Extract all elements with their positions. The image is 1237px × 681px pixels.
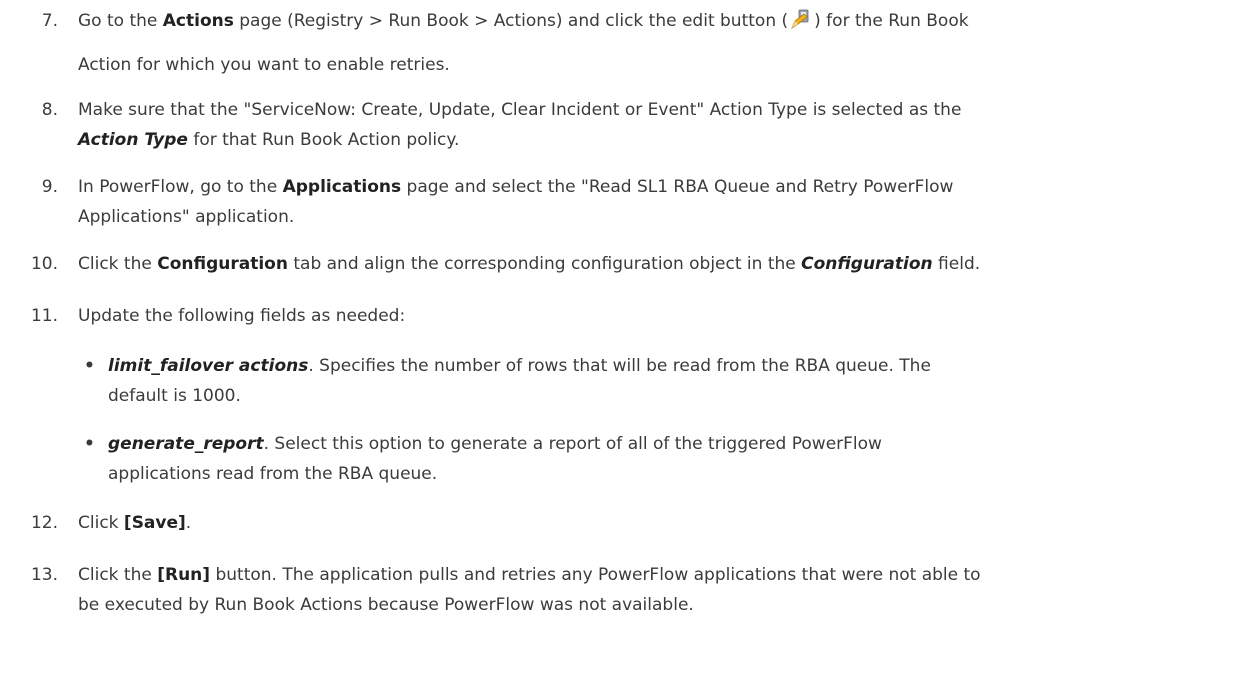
step-number: 8. [41,100,58,120]
step-number: 7. [41,11,58,31]
bullet-icon: • [84,434,95,454]
step-text: Click the [Run] button. The application … [78,565,981,615]
step-text: Go to the Actions page (Registry > Run B… [78,9,969,75]
step-number: 13. [30,565,58,585]
field-name-action-type: Action Type [78,130,188,150]
page-name-applications: Applications [282,177,402,197]
step-number: 9. [41,177,58,197]
field-name-configuration: Configuration [801,254,933,274]
step-number: 12. [30,513,58,533]
field-name: generate_report [108,434,264,454]
step-text: Click [Save]. [78,513,192,533]
button-name-run: [Run] [157,565,211,585]
page-name-actions: Actions [162,11,234,31]
step-text: Update the following fields as needed: [78,306,406,326]
step-text: Click the Configuration tab and align th… [78,254,981,274]
step-number: 11. [30,306,58,326]
pencil-icon [789,9,813,31]
bullet-item-limit-failover-actions: • limit_failover actions. Specifies the … [84,353,1228,409]
step-number: 10. [30,254,58,274]
step-text: In PowerFlow, go to the Applications pag… [78,177,954,227]
bullet-icon: • [84,356,95,376]
step-text: Make sure that the "ServiceNow: Create, … [78,100,962,150]
field-name: limit_failover actions [108,356,309,376]
tab-name-configuration: Configuration [157,254,288,274]
button-name-save: [Save] [123,513,186,533]
bullet-item-generate-report: • generate_report. Select this option to… [84,431,1228,487]
